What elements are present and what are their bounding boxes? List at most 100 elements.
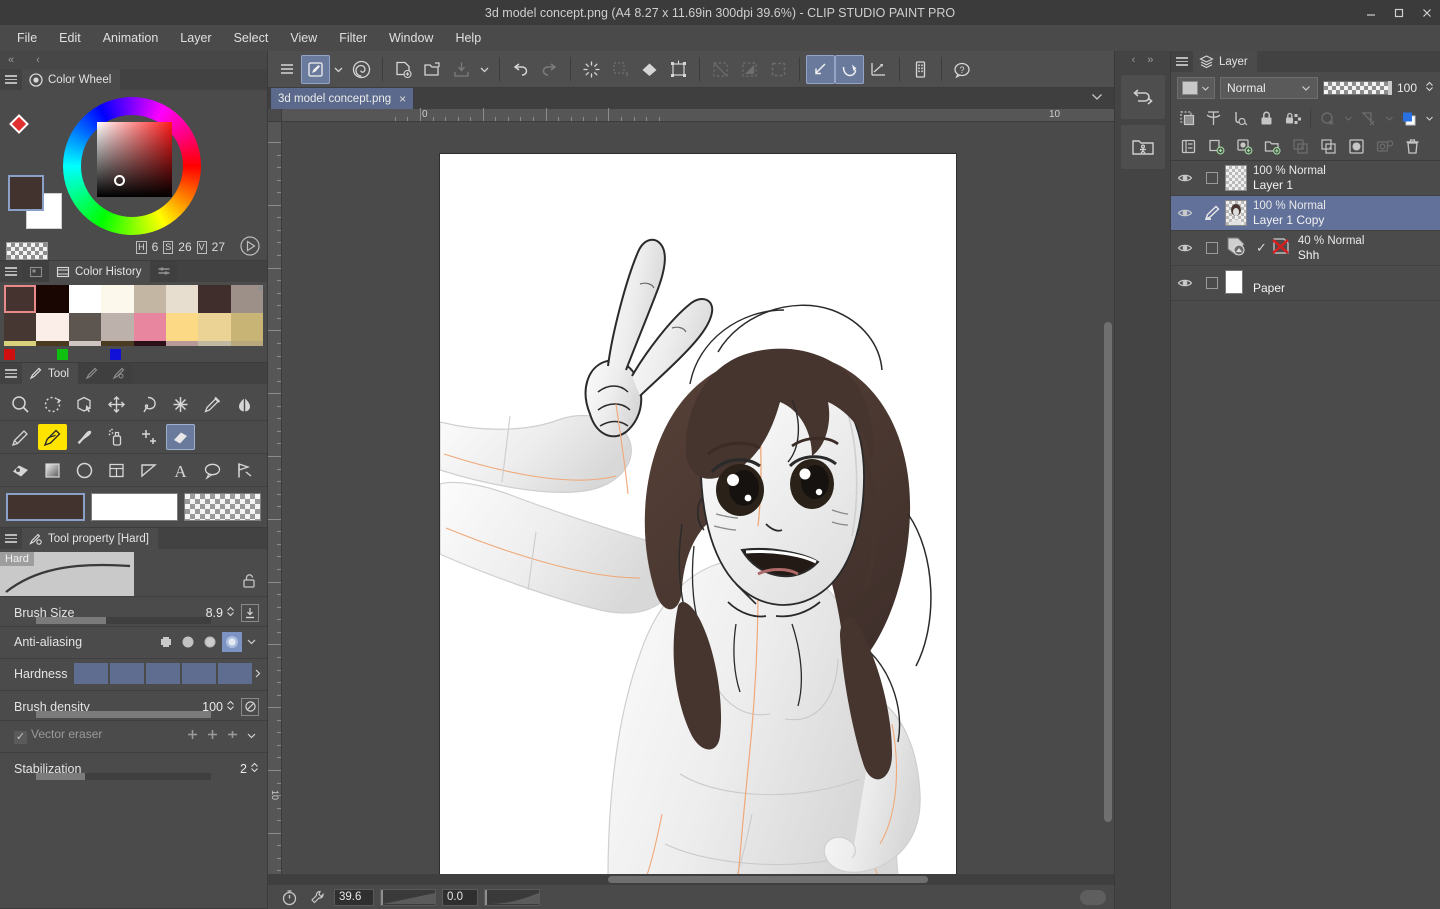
undo-icon[interactable] (506, 55, 535, 84)
color-swatch-partial[interactable] (69, 341, 101, 346)
canvas-vertical-scrollbar[interactable] (1104, 322, 1112, 822)
color-history-scroll-dot[interactable] (258, 286, 263, 291)
transform-icon[interactable] (664, 55, 693, 84)
new-layer-folder-icon[interactable] (1259, 134, 1285, 158)
rgb-swatch[interactable] (110, 349, 121, 360)
color-swatch[interactable] (198, 285, 230, 313)
transfer-down-icon[interactable] (1287, 134, 1313, 158)
rotation-slider-knob[interactable] (484, 890, 487, 906)
brush-density-slider[interactable] (36, 711, 211, 718)
anti-aliasing-medium-icon[interactable] (200, 632, 220, 652)
selection-border-icon[interactable] (764, 55, 793, 84)
decoration-tool-icon[interactable] (134, 424, 163, 450)
ruler-tool-icon[interactable] (134, 457, 163, 483)
color-swatch-partial[interactable] (36, 341, 68, 346)
color-swatch-partial[interactable] (4, 341, 36, 346)
vector-eraser-chevron-down-icon[interactable] (244, 725, 259, 746)
menu-item-select[interactable]: Select (223, 27, 280, 49)
color-swatch-partial[interactable] (166, 341, 198, 346)
vector-erase-touched-icon[interactable] (184, 726, 201, 746)
new-layer-icon[interactable] (1203, 134, 1229, 158)
color-swatch[interactable] (4, 285, 36, 313)
rotation-value-field[interactable]: 0.0 (442, 889, 478, 906)
brush-size-source-icon[interactable] (241, 604, 259, 622)
invert-selection-icon[interactable] (735, 55, 764, 84)
right-dock-collapse-left-icon[interactable]: ‹ (1132, 54, 1136, 66)
canvas-paper[interactable] (440, 154, 956, 874)
menu-item-window[interactable]: Window (378, 27, 444, 49)
transparent-swatch[interactable] (184, 493, 261, 521)
mask-chevron-icon[interactable] (1383, 106, 1395, 130)
open-file-icon[interactable] (418, 55, 447, 84)
blend-tool-icon[interactable] (6, 457, 35, 483)
figure-tool-icon[interactable] (70, 457, 99, 483)
tab-color-slider[interactable] (150, 261, 177, 282)
menu-item-filter[interactable]: Filter (328, 27, 378, 49)
snap-curve-icon[interactable] (835, 55, 864, 84)
color-swatch[interactable] (4, 313, 36, 341)
color-swatch[interactable] (101, 313, 133, 341)
panel-menu-icon[interactable] (0, 69, 22, 90)
layer-edit-pencil-icon[interactable] (1199, 204, 1225, 222)
device-panel-icon[interactable] (906, 55, 935, 84)
color-swatch[interactable] (134, 313, 166, 341)
zoom-tool-icon[interactable] (6, 391, 35, 417)
auto-select-tool-icon[interactable] (166, 391, 195, 417)
cancel-selection-icon[interactable] (706, 55, 735, 84)
redo-icon[interactable] (535, 55, 564, 84)
layer-visibility-eye-icon[interactable] (1171, 205, 1199, 221)
tab-layer[interactable]: Layer (1193, 51, 1257, 72)
quick-access-icon[interactable] (301, 55, 330, 84)
brush-density-stepper[interactable] (226, 699, 235, 715)
new-document-icon[interactable] (389, 55, 418, 84)
pen-tool-icon[interactable] (6, 424, 35, 450)
layer-mask-effect-icon[interactable] (1357, 106, 1381, 130)
pencil-tool-icon[interactable] (38, 424, 67, 450)
tab-tool[interactable]: Tool (22, 363, 78, 384)
save-file-icon[interactable] (447, 55, 476, 84)
tab-color-history[interactable]: Color History (49, 261, 150, 282)
zoom-slider[interactable] (380, 889, 436, 906)
eraser-tool-icon[interactable] (166, 424, 195, 450)
mask-enable-icon[interactable] (1201, 106, 1225, 130)
rgb-swatch[interactable] (4, 349, 15, 360)
material-panel-icon[interactable] (1121, 125, 1165, 169)
layer-row[interactable]: Paper (1171, 266, 1440, 301)
rotate-tool-icon[interactable] (38, 391, 67, 417)
layer-visibility-eye-icon[interactable] (1171, 275, 1199, 291)
panel-menu-icon-5[interactable] (1171, 51, 1193, 72)
layer-visibility-eye-icon[interactable] (1171, 240, 1199, 256)
swirl-brush-icon[interactable] (347, 55, 376, 84)
color-swatch-partial[interactable] (231, 341, 263, 346)
color-swatch-partial[interactable] (198, 341, 230, 346)
layer-color-combo[interactable] (1177, 77, 1215, 99)
vector-erase-intersection-icon[interactable] (204, 726, 221, 746)
lasso-select-tool-icon[interactable] (134, 391, 163, 417)
layer-disabled-redx-icon[interactable] (1270, 236, 1292, 261)
clip-to-layer-below-icon[interactable] (1175, 106, 1199, 130)
anti-aliasing-high-icon[interactable] (222, 632, 242, 652)
layer-row[interactable]: 100 % NormalLayer 1 (1171, 161, 1440, 196)
anti-aliasing-none-icon[interactable] (156, 632, 176, 652)
layer-select-checkbox[interactable] (1199, 242, 1225, 254)
maximize-icon[interactable] (1392, 6, 1406, 20)
foreground-color-swatch[interactable] (8, 175, 44, 211)
menu-hamburger-icon[interactable] (272, 55, 301, 84)
sub-view-panel-icon[interactable] (1121, 75, 1165, 119)
panel-menu-icon-3[interactable] (0, 363, 22, 384)
zoom-slider-knob[interactable] (380, 890, 383, 906)
opacity-stepper[interactable] (1425, 80, 1434, 96)
move-tool-icon[interactable] (102, 391, 131, 417)
draw-color-chevron-icon[interactable] (1424, 106, 1436, 130)
right-dock-expand-icon[interactable]: » (1147, 54, 1153, 66)
combine-down-icon[interactable] (1315, 134, 1341, 158)
anti-aliasing-chevron-down-icon[interactable] (244, 631, 259, 652)
layer-color-icon[interactable] (1228, 106, 1252, 130)
brush-size-slider[interactable] (36, 617, 211, 624)
clear-icon[interactable] (577, 55, 606, 84)
snap-corner-icon[interactable] (806, 55, 835, 84)
color-swatch[interactable] (69, 285, 101, 313)
layer-select-checkbox[interactable] (1199, 172, 1225, 184)
delete-layer-icon[interactable] (1399, 134, 1425, 158)
stabilization-value[interactable]: 2 (240, 762, 247, 776)
